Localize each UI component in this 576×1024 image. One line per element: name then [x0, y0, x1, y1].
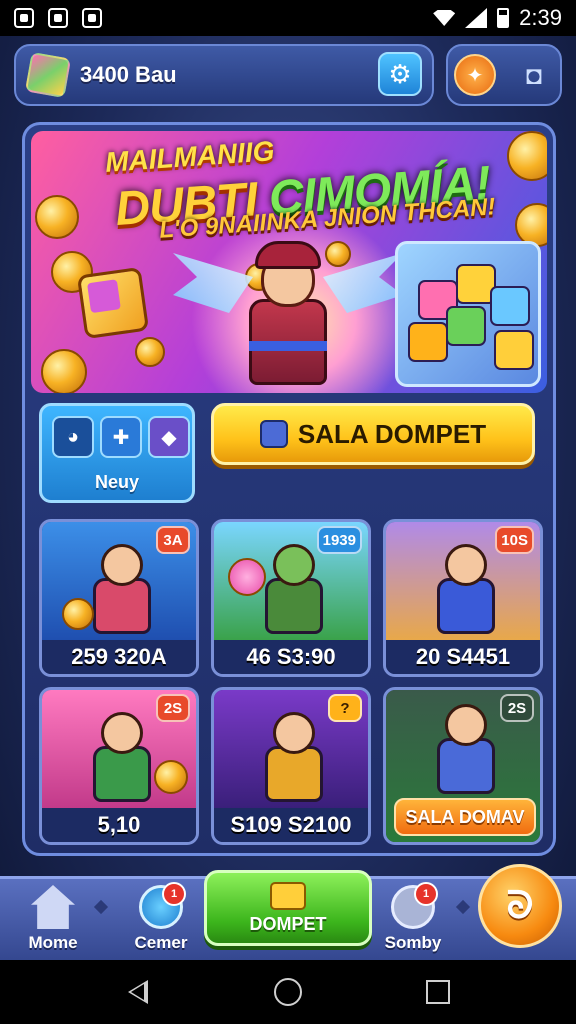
tile-price: 5,10	[42, 808, 196, 842]
coin-icon	[154, 760, 188, 794]
sala-dompet-button[interactable]: SALA DOMPET	[211, 403, 535, 465]
system-nav-bar	[0, 960, 576, 1024]
wallet-icon	[270, 881, 306, 910]
gem-icon: ◆	[148, 416, 190, 458]
hero-character	[227, 241, 345, 391]
notification-icon	[14, 8, 34, 28]
shop-tile[interactable]: 2S SALA DOMAV	[383, 687, 543, 845]
puzzle-icon: ✚	[100, 416, 142, 458]
game-icon: 1	[139, 882, 186, 929]
shop-tile[interactable]: 10S 20 S4451	[383, 519, 543, 677]
tile-price: 20 S4451	[386, 640, 540, 674]
wifi-icon	[433, 10, 456, 26]
camera-icon: ◘	[526, 59, 542, 90]
tile-price: S109 S2100	[214, 808, 368, 842]
menu-card-label: Neuy	[94, 472, 139, 492]
settings-button[interactable]: ⚙	[378, 52, 422, 96]
shop-tile[interactable]: 3A 259 320A	[39, 519, 199, 677]
tile-price: 46 S3:90	[214, 640, 368, 674]
tile-price: 259 320A	[42, 640, 196, 674]
promo-banner[interactable]: MAILMANIIG DUBTI CIMOMÍA! L'O 9NAIINKA J…	[31, 131, 547, 393]
balloon-icon	[228, 558, 266, 596]
tile-badge: 10S	[495, 526, 534, 554]
tile-badge: 1939	[316, 526, 362, 554]
status-bar: 2:39	[0, 0, 576, 36]
coin-icon	[41, 349, 87, 393]
main-panel: MAILMANIIG DUBTI CIMOMÍA! L'O 9NAIINKA J…	[22, 122, 556, 856]
nav-shop[interactable]: 1 Somby	[374, 879, 452, 963]
floating-action-button[interactable]: ᘐ	[478, 864, 562, 948]
battery-icon	[497, 8, 510, 28]
notification-badge: 1	[414, 882, 438, 906]
quick-actions: ✦ ◘	[446, 44, 562, 106]
character-illustration	[87, 712, 151, 802]
nav-home[interactable]: Mome	[14, 879, 92, 963]
coin-icon	[35, 195, 79, 239]
gallery-icon	[48, 8, 68, 28]
character-illustration	[87, 544, 151, 634]
menu-card[interactable]: ◕ ✚ ◆ Neuy	[39, 403, 195, 503]
shop-tile[interactable]: 2S 5,10	[39, 687, 199, 845]
character-illustration	[259, 712, 323, 802]
coin-icon	[135, 337, 165, 367]
shop-tile[interactable]: 1939 46 S3:90	[211, 519, 371, 677]
reward-button[interactable]: ✦	[454, 54, 496, 96]
swirl-icon: ᘐ	[506, 884, 534, 927]
gem-icon	[24, 51, 72, 99]
tile-badge: ?	[328, 694, 362, 722]
tile-badge: 2S	[156, 694, 190, 722]
tile-badge: 2S	[500, 694, 534, 722]
home-circle-icon[interactable]	[274, 978, 302, 1006]
gear-icon: ⚙	[388, 58, 412, 89]
camera-button[interactable]: ◘	[514, 56, 554, 94]
recent-apps-icon[interactable]	[426, 980, 450, 1004]
top-bar: 3400 Bau ⚙ ✦ ◘	[14, 44, 562, 106]
coin-icon	[507, 131, 547, 181]
pet-icon: ◕	[52, 416, 94, 458]
gear-bag-icon: 1	[391, 882, 438, 929]
currency-pill[interactable]: 3400 Bau ⚙	[14, 44, 434, 106]
gem-blocks-card[interactable]	[395, 241, 541, 387]
signal-icon	[465, 8, 488, 28]
crown-icon: ✦	[466, 64, 484, 87]
coin-balance: 3400 Bau	[80, 62, 177, 87]
tile-badge: 3A	[156, 526, 190, 554]
notification-badge: 1	[162, 882, 186, 906]
home-icon	[31, 885, 75, 929]
coin-icon	[62, 598, 94, 630]
dompet-button[interactable]: DOMPET	[204, 870, 372, 946]
wallet-icon	[259, 420, 288, 448]
status-time: 2:39	[519, 5, 562, 30]
shop-tile[interactable]: ? S109 S2100	[211, 687, 371, 845]
gift-cube-icon	[76, 266, 150, 340]
photo-icon	[82, 8, 102, 28]
character-illustration	[431, 704, 495, 794]
character-illustration	[431, 544, 495, 634]
character-illustration	[259, 544, 323, 634]
sala-domav-button[interactable]: SALA DOMAV	[394, 798, 536, 836]
nav-game[interactable]: 1 Cemer	[122, 879, 200, 963]
back-icon[interactable]	[128, 980, 148, 1004]
